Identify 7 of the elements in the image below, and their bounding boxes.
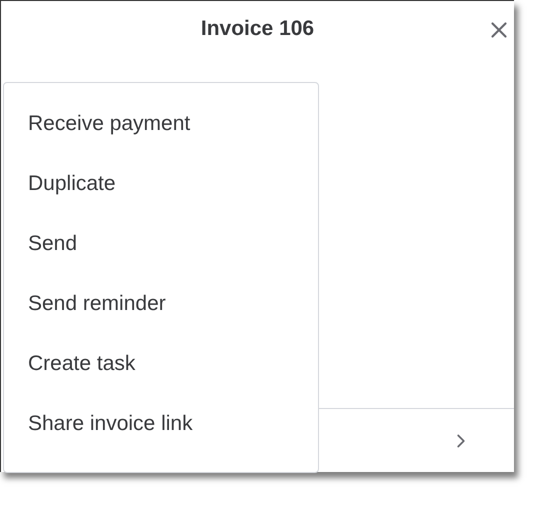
window-title: Invoice 106: [200, 16, 314, 42]
menu-item[interactable]: Share invoice link: [4, 394, 318, 454]
menu-item[interactable]: Create task: [4, 334, 318, 394]
menu-item[interactable]: Send reminder: [4, 274, 318, 334]
menu-item[interactable]: Duplicate: [4, 154, 318, 214]
menu-item[interactable]: Receive payment: [4, 94, 318, 154]
menu-item[interactable]: Send: [4, 214, 318, 274]
